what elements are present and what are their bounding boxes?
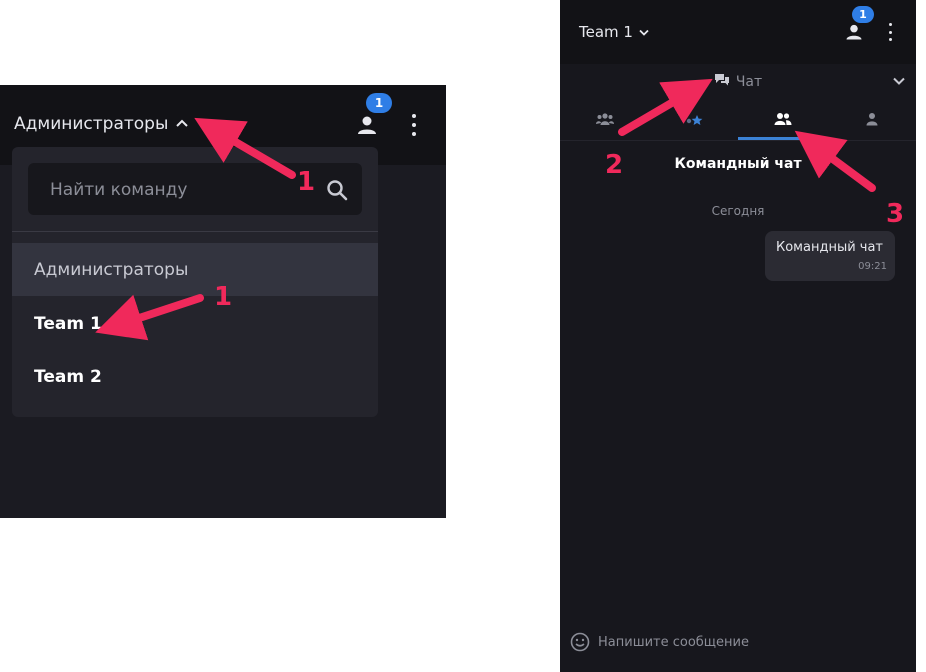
chat-header: Чат bbox=[560, 64, 916, 100]
more-options-icon[interactable] bbox=[407, 111, 421, 139]
annotation-label: 1 bbox=[214, 282, 233, 312]
annotation-label: 1 bbox=[297, 167, 316, 197]
date-separator: Сегодня bbox=[711, 204, 765, 218]
search-icon[interactable] bbox=[326, 179, 348, 201]
chevron-down-icon bbox=[639, 26, 649, 39]
top-bar: Team 1 1 bbox=[560, 0, 916, 64]
team-option-team-2[interactable]: Team 2 bbox=[12, 350, 378, 403]
group-icon bbox=[595, 111, 614, 130]
team-icon bbox=[774, 111, 792, 130]
team-selector-label: Администраторы bbox=[14, 114, 169, 134]
tab-personal[interactable] bbox=[827, 100, 916, 140]
emoji-icon[interactable] bbox=[570, 632, 590, 652]
divider bbox=[560, 140, 916, 141]
chevron-down-icon[interactable] bbox=[890, 72, 908, 90]
annotation-label: 3 bbox=[886, 199, 905, 229]
notification-badge: 1 bbox=[366, 93, 392, 113]
person-icon bbox=[866, 111, 878, 130]
message-text: Командный чат bbox=[776, 240, 884, 255]
star-icon bbox=[685, 111, 703, 130]
team-search-input[interactable] bbox=[48, 163, 312, 217]
team-selector-label: Team 1 bbox=[579, 23, 633, 41]
tab-groups[interactable] bbox=[560, 100, 649, 140]
chat-header-label: Чат bbox=[735, 74, 763, 90]
more-options-icon[interactable] bbox=[884, 21, 896, 43]
team-option-team-1[interactable]: Team 1 bbox=[12, 297, 378, 350]
user-icon[interactable] bbox=[355, 113, 379, 137]
user-icon[interactable] bbox=[844, 22, 864, 42]
chevron-up-icon bbox=[176, 116, 189, 131]
team-option-administrators[interactable]: Администраторы bbox=[12, 243, 378, 296]
team-selector-toggle[interactable]: Администраторы bbox=[14, 107, 189, 141]
team-dropdown: Администраторы Team 1 Team 2 bbox=[12, 147, 378, 417]
team-selector-toggle[interactable]: Team 1 bbox=[579, 18, 649, 46]
tab-team-chat[interactable] bbox=[738, 100, 827, 140]
message-bubble[interactable]: Командный чат 09:21 bbox=[765, 231, 895, 281]
annotation-label: 2 bbox=[605, 150, 624, 180]
notification-badge: 1 bbox=[852, 6, 874, 23]
divider bbox=[12, 231, 378, 232]
chat-tabs bbox=[560, 100, 916, 140]
message-input[interactable] bbox=[598, 630, 898, 654]
chat-panel: Team 1 1 Чат Командный чат Сегодня Коман… bbox=[560, 0, 916, 672]
message-time: 09:21 bbox=[858, 261, 887, 272]
tab-favorites[interactable] bbox=[649, 100, 738, 140]
chat-bubbles-icon bbox=[714, 73, 730, 91]
